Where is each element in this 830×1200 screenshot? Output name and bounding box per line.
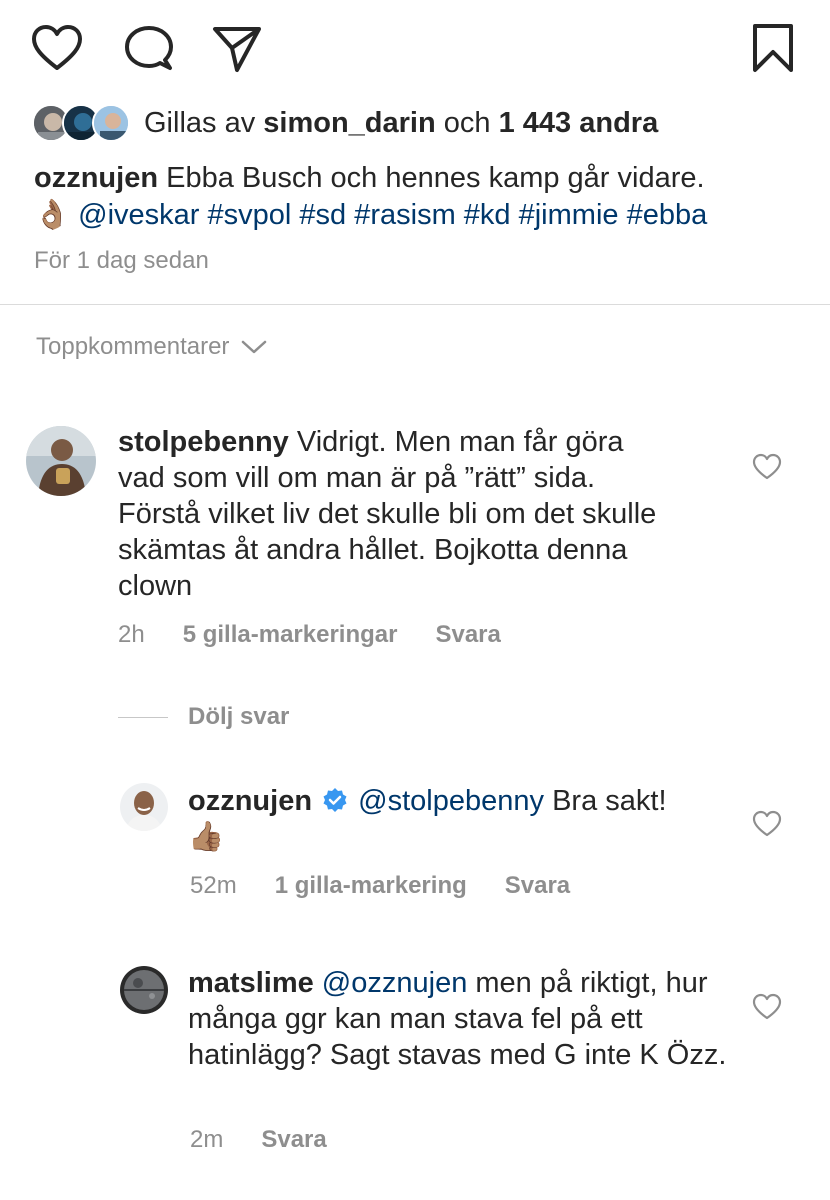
reply-mention[interactable]: @ozznujen [322,967,468,999]
chevron-down-icon [242,340,267,354]
likes-others-count[interactable]: 1 443 andra [499,107,659,140]
comment-icon [125,26,173,70]
save-button[interactable] [746,22,800,76]
thumbs-up-emoji: 👍🏽 [188,821,225,853]
reply-text: Bra sakt! [552,785,667,817]
comment-sort-label: Toppkommentarer [36,333,230,360]
comment-button[interactable] [122,22,176,76]
verified-badge-icon [323,788,347,812]
caption-mention[interactable]: @iveskar [78,199,199,231]
liker-username[interactable]: simon_darin [263,107,435,140]
reply-username[interactable]: ozznujen [188,785,312,817]
post-timestamp: För 1 dag sedan [34,247,209,274]
heart-icon [752,810,782,837]
comment-sort-dropdown[interactable]: Toppkommentarer [36,333,267,361]
divider [118,716,168,718]
ok-hand-emoji: 👌🏽 [34,199,71,231]
reply-username[interactable]: matslime [188,967,314,999]
liker-avatar-3 [92,104,130,142]
reply-like-button[interactable] [752,809,782,839]
like-button[interactable] [30,22,84,76]
avatar[interactable] [26,426,96,496]
reply-time: 2m [190,1126,224,1153]
share-button[interactable] [210,22,264,76]
comment-time: 2h [118,621,145,648]
post-action-bar [30,22,800,76]
likes-prefix: Gillas av [144,106,256,139]
hide-replies-label: Dölj svar [188,703,290,730]
reply-likes-count[interactable]: 1 gilla-markering [275,872,467,900]
bookmark-icon [753,24,793,72]
reply-meta: 52m 1 gilla-markering Svara [190,872,570,900]
comment-meta: 2h 5 gilla-markeringar Svara [118,621,501,649]
caption-author[interactable]: ozznujen [34,162,158,194]
likes-summary[interactable]: Gillas av simon_darin och 1 443 andra [32,100,658,146]
reply-mention[interactable]: @stolpebenny [358,785,544,817]
reply-like-button[interactable] [752,992,782,1022]
comment-username[interactable]: stolpebenny [118,426,289,458]
heart-icon [752,453,782,480]
avatar[interactable] [120,966,168,1014]
heart-icon [752,993,782,1020]
post-caption: ozznujen Ebba Busch och hennes kamp går … [34,160,804,234]
caption-hashtags[interactable]: #svpol #sd #rasism #kd #jimmie #ebba [208,199,708,231]
liker-avatars [32,102,132,144]
caption-text: Ebba Busch och hennes kamp går vidare. [166,162,705,194]
comment-likes-count[interactable]: 5 gilla-markeringar [183,621,398,649]
reply-body: ozznujen @stolpebenny Bra sakt! 👍🏽 [188,783,728,855]
reply-button[interactable]: Svara [505,872,570,900]
divider [0,304,830,305]
reply-button[interactable]: Svara [261,1126,326,1154]
heart-icon [32,25,82,70]
comment-body: stolpebenny Vidrigt. Men man får göra va… [118,424,678,604]
avatar[interactable] [120,783,168,831]
reply-button[interactable]: Svara [435,621,500,649]
comment-like-button[interactable] [752,452,782,482]
hide-replies-button[interactable]: Dölj svar [118,703,289,731]
reply-body: matslime @ozznujen men på riktigt, hur m… [188,965,728,1073]
reply-time: 52m [190,872,237,899]
paper-plane-icon [213,27,261,72]
reply-meta: 2m Svara [190,1126,327,1154]
likes-connector: och [443,106,491,139]
